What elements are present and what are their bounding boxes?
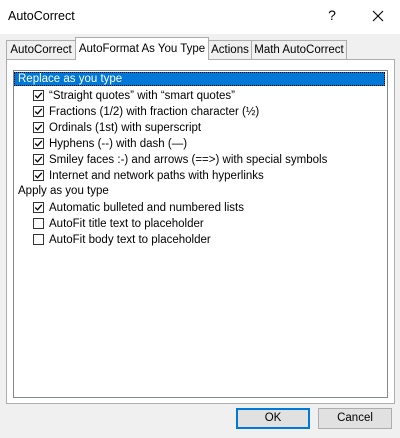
list-item-label: Smiley faces :-) and arrows (==>) with s…	[49, 153, 328, 166]
list-item-label: AutoFit body text to placeholder	[49, 233, 211, 246]
list-item-label: Ordinals (1st) with superscript	[49, 121, 202, 134]
checkbox[interactable]	[33, 218, 44, 229]
list-item[interactable]: Hyphens (--) with dash (—)	[33, 136, 187, 151]
tab-math-autocorrect[interactable]: Math AutoCorrect	[251, 40, 347, 59]
checkmark-icon	[34, 172, 43, 179]
list-item-label: AutoFit title text to placeholder	[49, 217, 204, 230]
checkbox[interactable]	[33, 170, 44, 181]
checkmark-icon	[34, 92, 43, 99]
group-replace-as-you-type[interactable]: Replace as you type	[14, 72, 385, 86]
title-bar: AutoCorrect ?	[0, 0, 400, 34]
checkbox[interactable]	[33, 106, 44, 117]
list-item[interactable]: Ordinals (1st) with superscript	[33, 120, 201, 135]
checkmark-icon	[34, 156, 43, 163]
checkmark-icon	[34, 124, 43, 131]
list-item-label: Hyphens (--) with dash (—)	[49, 137, 188, 150]
close-icon	[372, 10, 384, 22]
dialog-body: AutoCorrect AutoFormat As You Type Actio…	[0, 34, 400, 438]
checkbox[interactable]	[33, 122, 44, 133]
help-button[interactable]: ?	[322, 7, 342, 23]
list-item[interactable]: Smiley faces :-) and arrows (==>) with s…	[33, 152, 327, 167]
checkbox[interactable]	[33, 234, 44, 245]
list-item-label: “Straight quotes” with “smart quotes”	[49, 89, 235, 102]
checkbox[interactable]	[33, 202, 44, 213]
list-item-label: Fractions (1/2) with fraction character …	[49, 105, 260, 118]
list-item[interactable]: Fractions (1/2) with fraction character …	[33, 104, 259, 119]
list-item-label: Automatic bulleted and numbered lists	[49, 201, 244, 214]
options-list[interactable]: Replace as you type “Straight quotes” wi…	[13, 70, 388, 398]
list-item-label: Internet and network paths with hyperlin…	[49, 169, 264, 182]
list-item[interactable]: Internet and network paths with hyperlin…	[33, 168, 264, 183]
tab-autocorrect[interactable]: AutoCorrect	[6, 40, 76, 59]
checkmark-icon	[34, 108, 43, 115]
tab-autoformat-as-you-type[interactable]: AutoFormat As You Type	[75, 37, 209, 60]
tab-panel: Replace as you type “Straight quotes” wi…	[6, 59, 395, 404]
window-title: AutoCorrect	[8, 9, 75, 23]
close-button[interactable]	[366, 4, 390, 28]
list-item[interactable]: AutoFit title text to placeholder	[33, 216, 204, 231]
checkmark-icon	[34, 140, 43, 147]
cancel-button[interactable]: Cancel	[318, 408, 392, 429]
list-item[interactable]: “Straight quotes” with “smart quotes”	[33, 88, 235, 103]
list-item[interactable]: AutoFit body text to placeholder	[33, 232, 211, 247]
checkbox[interactable]	[33, 138, 44, 149]
checkmark-icon	[34, 204, 43, 211]
checkbox[interactable]	[33, 90, 44, 101]
tab-actions[interactable]: Actions	[208, 40, 252, 59]
ok-button[interactable]: OK	[236, 408, 310, 429]
checkbox[interactable]	[33, 154, 44, 165]
group-apply-as-you-type[interactable]: Apply as you type	[14, 184, 109, 198]
list-item[interactable]: Automatic bulleted and numbered lists	[33, 200, 244, 215]
